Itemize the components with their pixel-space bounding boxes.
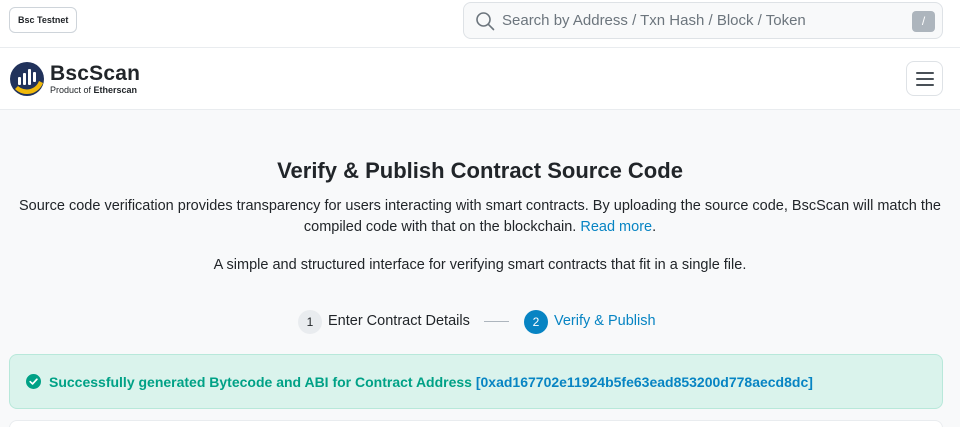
menu-icon-bar [916,84,934,86]
alert-message-text: Successfully generated Bytecode and ABI … [49,374,476,390]
page-title: Verify & Publish Contract Source Code [277,158,683,183]
step-label: Enter Contract Details [328,313,470,329]
network-badge[interactable]: Bsc Testnet [9,7,78,33]
bscscan-logo-icon[interactable] [9,61,45,97]
menu-button[interactable] [906,61,943,96]
page-subdescription: A simple and structured interface for ve… [213,257,747,273]
description-text: Source code verification provides transp… [19,198,941,235]
brand-name[interactable]: BscScan [50,62,140,86]
search-shortcut-key: / [912,11,935,32]
page-description: Source code verification provides transp… [8,196,952,238]
search-input[interactable]: Search by Address / Txn Hash / Block / T… [502,12,806,29]
alert-message: Successfully generated Bytecode and ABI … [49,374,813,390]
brand-sub-name: Etherscan [93,85,138,95]
description-end: . [652,219,657,235]
step-number: 2 [524,310,548,334]
brand-subtitle: Product of Etherscan [50,85,137,95]
check-circle-icon [26,374,41,389]
contract-address-link[interactable]: [0xad167702e11924b5fe63ead853200d778aecd… [476,374,813,390]
step-divider [484,321,509,322]
search-icon [476,12,495,31]
step-number: 1 [298,310,322,334]
success-alert: Successfully generated Bytecode and ABI … [9,354,943,409]
menu-icon-bar [916,78,934,80]
brand-sub-prefix: Product of [50,85,94,95]
menu-icon [916,72,934,74]
read-more-link[interactable]: Read more [580,219,652,235]
nav-bar: BscScan Product of Etherscan [0,48,960,110]
search-box[interactable]: Search by Address / Txn Hash / Block / T… [463,2,943,39]
step-label: Verify & Publish [554,313,656,329]
content-card [9,420,943,427]
top-bar: Bsc Testnet Search by Address / Txn Hash… [0,0,960,48]
